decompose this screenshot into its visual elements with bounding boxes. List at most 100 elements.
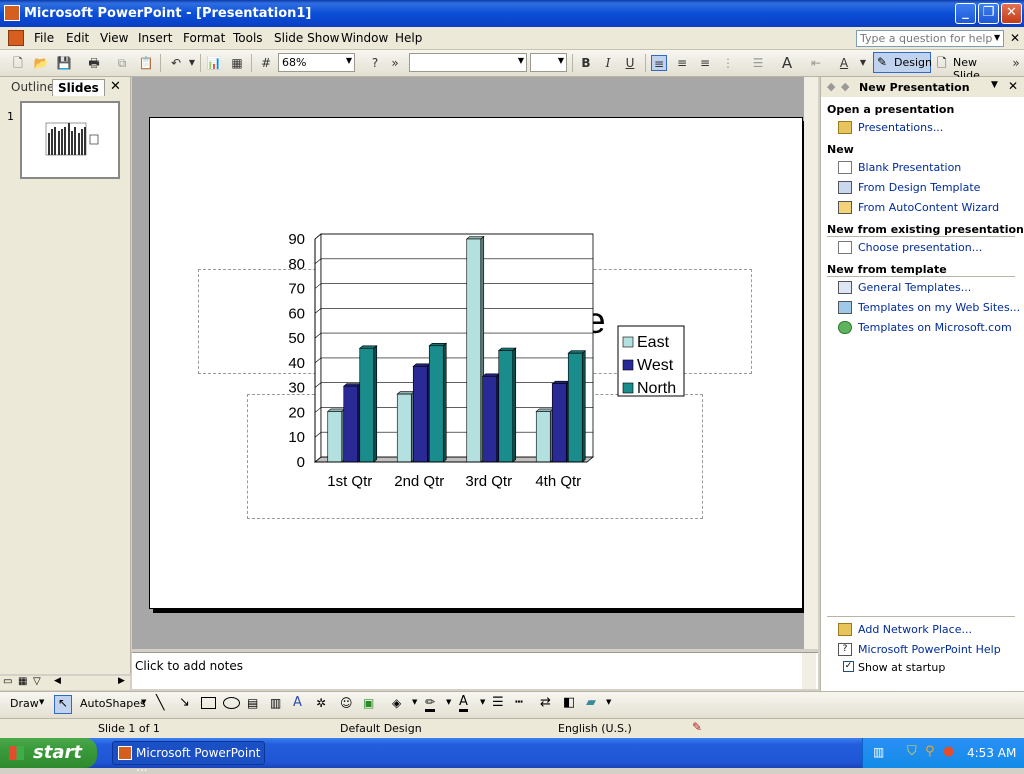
chevron-down-icon[interactable]: ▼ [446,698,451,706]
clip-art-icon[interactable]: ☺ [340,696,353,710]
line-style-icon[interactable]: ☰ [492,695,504,710]
slide-thumbnail[interactable] [20,101,120,179]
fill-color-icon[interactable]: ◈ [392,696,401,710]
rectangle-icon[interactable] [201,697,216,709]
network-icon[interactable]: ▥ [873,745,884,759]
paste-icon[interactable]: 📋 [138,55,154,71]
help-search-input[interactable]: Type a question for help [856,30,1004,47]
dash-style-icon[interactable]: ┅ [515,695,523,710]
undo-dropdown-icon[interactable]: ▼ [184,55,200,71]
antivirus-icon[interactable]: ● [943,744,954,759]
back-arrow-icon[interactable]: ◆ [827,80,835,93]
open-folder-icon[interactable]: 📂 [33,55,49,71]
zoom-select[interactable]: 68% ▼ [278,53,355,72]
align-right-icon[interactable]: ≡ [697,55,713,71]
arrow-icon[interactable]: ↘ [179,695,190,710]
text-box-icon[interactable]: ▤ [247,696,258,710]
select-objects-icon[interactable]: ↖ [54,695,72,714]
link-templates-web-sites[interactable]: Templates on my Web Sites... [858,301,1020,314]
chevron-down-icon[interactable]: ▼ [412,698,417,706]
link-add-network-place[interactable]: Add Network Place... [858,623,972,636]
notes-scrollbar[interactable] [802,653,816,689]
italic-icon[interactable]: I [600,55,616,71]
chevron-down-icon[interactable]: ▼ [141,698,146,706]
line-color-icon[interactable]: ✏ [425,695,436,712]
oval-icon[interactable] [223,697,240,709]
copy-icon[interactable]: ⧉ [114,55,130,71]
menu-file[interactable]: File [34,31,54,45]
insert-picture-icon[interactable]: ▣ [363,696,374,710]
menu-tools[interactable]: Tools [233,31,263,45]
link-blank-presentation[interactable]: Blank Presentation [858,161,961,174]
link-autocontent-wizard[interactable]: From AutoContent Wizard [858,201,999,214]
document-icon[interactable] [8,30,24,46]
menu-view[interactable]: View [100,31,128,45]
chevron-down-icon[interactable]: ▼ [480,698,485,706]
design-button[interactable]: ✎ Design [873,52,932,73]
font-color-dropdown-icon[interactable]: ▼ [855,55,871,71]
close-document-icon[interactable]: ✕ [1010,31,1020,45]
slide-canvas[interactable]: Click to add title Click to add subtitle… [149,117,803,609]
new-slide-button[interactable]: 🗋 New Slide [935,52,1005,82]
3d-style-icon[interactable]: ▰ [586,695,596,710]
underline-icon[interactable]: U [622,55,638,71]
spelling-check-icon[interactable]: ✎ [692,720,702,734]
scroll-right-icon[interactable]: ▶ [118,676,125,686]
menu-slide-show[interactable]: Slide Show [274,31,339,45]
task-pane-close-icon[interactable]: ✕ [1008,79,1018,93]
font-size-select[interactable]: ▼ [530,53,567,72]
insert-chart-icon[interactable]: 📊 [206,55,222,71]
vertical-scrollbar[interactable] [804,77,818,649]
menu-insert[interactable]: Insert [138,31,172,45]
notes-pane[interactable]: Click to add notes [132,652,818,689]
security-shield-icon[interactable]: ⛉ [907,744,917,759]
font-color-icon[interactable]: A [836,55,852,71]
menu-format[interactable]: Format [183,31,225,45]
autoshapes-menu[interactable]: AutoShapes [80,697,146,710]
arrow-style-icon[interactable]: ⇄ [540,695,551,710]
chart[interactable]: 0 10 20 30 40 50 60 70 80 90 1st Qtr 2nd Qtr 3rd Qtr… [150,118,802,608]
line-icon[interactable]: ╲ [156,695,164,711]
slide-show-icon[interactable]: ▽ [33,676,41,687]
chevron-down-icon[interactable]: ▼ [39,698,44,706]
task-pane-menu-icon[interactable]: ▼ [991,80,998,90]
powerpoint-app-icon[interactable] [4,5,20,21]
shadow-style-icon[interactable]: ◧ [563,695,575,710]
bullets-icon[interactable]: ☰ [750,55,766,71]
link-choose-presentation[interactable]: Choose presentation... [858,241,982,254]
toolbar-options-icon[interactable]: » [1008,55,1024,71]
undo-icon[interactable]: ↶ [168,55,184,71]
search-icon[interactable]: ⚲ [925,744,935,759]
start-button[interactable]: start [0,738,97,768]
print-icon[interactable]: 🖶 [86,55,102,71]
forward-arrow-icon[interactable]: ◆ [841,80,849,93]
draw-menu[interactable]: Draw [10,697,39,710]
vertical-text-box-icon[interactable]: ▥ [270,696,281,710]
menu-window[interactable]: Window [341,31,388,45]
save-icon[interactable]: 💾 [56,55,72,71]
help-icon[interactable]: ? [367,55,383,71]
decrease-indent-icon[interactable]: ⇤ [808,55,824,71]
new-document-icon[interactable]: 🗋 [10,55,26,71]
close-pane-icon[interactable]: ✕ [110,79,121,94]
scroll-left-icon[interactable]: ◀ [54,676,61,686]
align-left-icon[interactable]: ≡ [651,55,667,71]
increase-font-icon[interactable]: A [779,55,795,71]
restore-button[interactable]: ❐ [978,3,999,24]
toolbar-options-icon[interactable]: » [387,55,403,71]
menu-edit[interactable]: Edit [66,31,89,45]
insert-table-icon[interactable]: ▦ [229,55,245,71]
taskbar-powerpoint-button[interactable]: Microsoft PowerPoint ... [112,741,265,774]
numbering-icon[interactable]: ⋮ [720,55,736,71]
font-name-select[interactable]: ▼ [409,53,527,72]
minimize-button[interactable]: _ [955,3,976,24]
link-powerpoint-help[interactable]: Microsoft PowerPoint Help [858,643,1001,656]
normal-view-icon[interactable]: ▭ [3,676,12,687]
toolbar-options-icon[interactable]: ▼ [606,698,611,706]
diagram-icon[interactable]: ✲ [316,696,326,710]
menu-help[interactable]: Help [395,31,422,45]
wordart-icon[interactable]: A [293,695,302,710]
show-at-startup-checkbox[interactable]: ✓ [843,661,854,672]
link-from-design-template[interactable]: From Design Template [858,181,980,194]
link-presentations[interactable]: Presentations... [858,121,943,134]
